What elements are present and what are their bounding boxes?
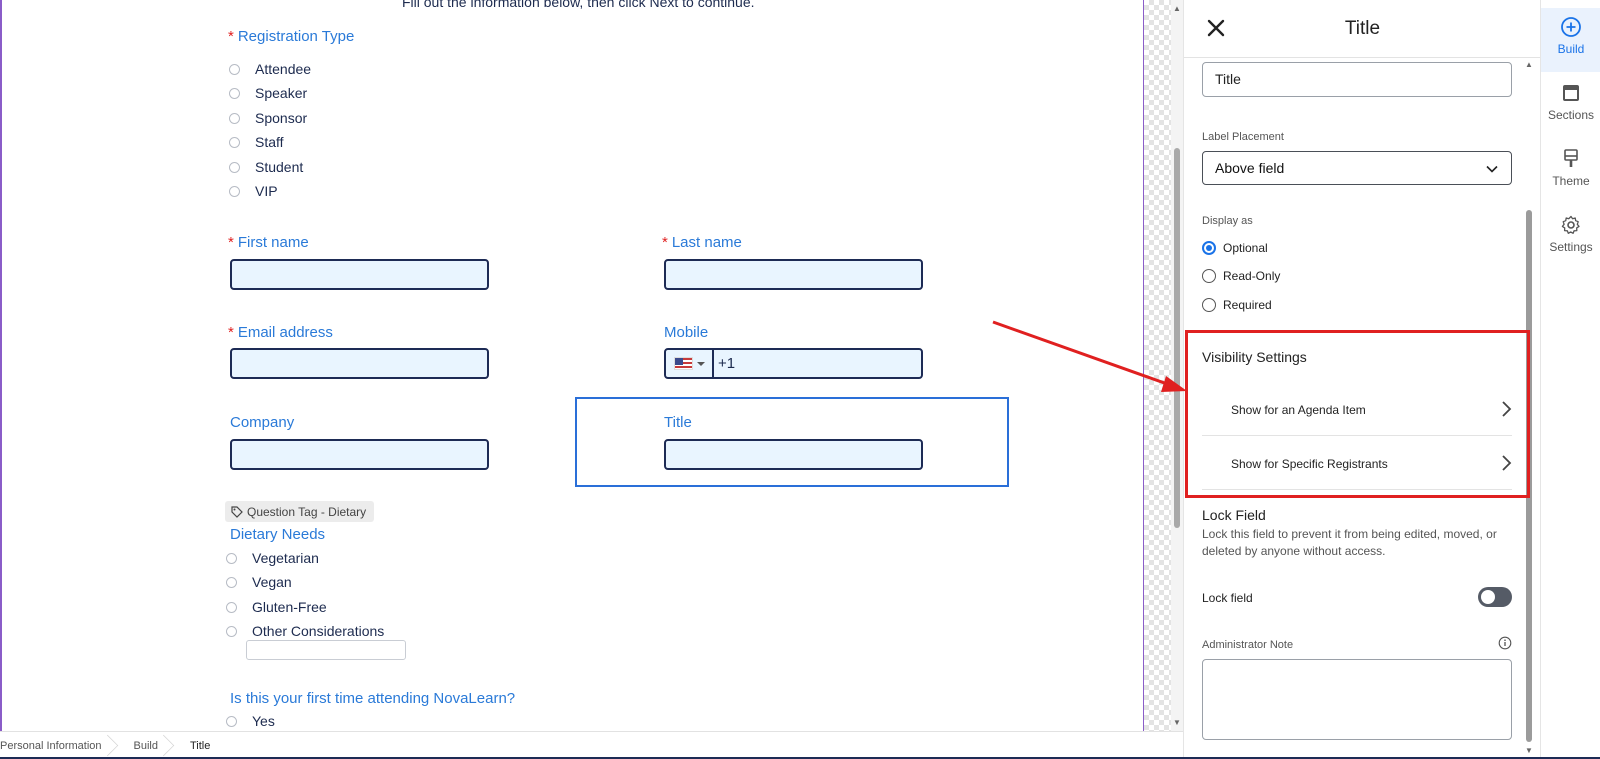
radio-button[interactable] — [229, 161, 240, 173]
sections-icon — [1563, 85, 1579, 101]
lock-field-label: Lock field — [1202, 591, 1253, 605]
scroll-up-icon[interactable]: ▲ — [1525, 60, 1533, 69]
radio-option-attendee[interactable]: Attendee — [229, 61, 311, 77]
company-label: Company — [230, 414, 295, 431]
checkbox-option-vegan[interactable]: Vegan — [226, 574, 292, 590]
radio-button[interactable] — [226, 601, 237, 613]
administrator-note-label: Administrator Note — [1202, 639, 1294, 651]
radio-button[interactable] — [229, 63, 240, 75]
radio-option-staff[interactable]: Staff — [229, 134, 284, 150]
checkbox-option-gluten-free[interactable]: Gluten-Free — [226, 599, 327, 615]
tag-icon — [231, 505, 243, 518]
checkbox-option-other[interactable]: Other Considerations — [226, 623, 384, 639]
other-considerations-input[interactable] — [246, 640, 406, 660]
plus-circle-icon — [1561, 17, 1581, 37]
rail-item-sections[interactable]: Sections — [1541, 74, 1600, 138]
radio-option-sponsor[interactable]: Sponsor — [229, 110, 307, 126]
radio-button[interactable] — [1202, 298, 1216, 312]
display-option-read-only[interactable]: Read-Only — [1202, 269, 1280, 283]
scroll-down-icon[interactable]: ▼ — [1173, 718, 1181, 727]
paint-brush-icon — [1564, 149, 1578, 167]
canvas-scrollbar-thumb[interactable] — [1174, 148, 1180, 528]
first-name-input[interactable] — [230, 259, 489, 290]
scroll-up-icon[interactable]: ▲ — [1173, 4, 1181, 13]
country-code: +1 — [718, 355, 736, 372]
chevron-down-icon — [1486, 165, 1498, 173]
first-time-label: Is this your first time attending NovaLe… — [230, 690, 516, 707]
label-placement-select[interactable]: Above field — [1202, 151, 1512, 185]
canvas-margin — [1143, 0, 1171, 731]
company-input[interactable] — [230, 439, 489, 470]
gear-icon — [1561, 215, 1580, 234]
required-marker: * — [228, 28, 234, 45]
radio-option-student[interactable]: Student — [229, 159, 303, 175]
info-icon[interactable] — [1498, 636, 1512, 650]
registration-type-label: * Registration Type — [228, 28, 355, 45]
radio-button[interactable] — [226, 552, 237, 564]
breadcrumb-item-personal-information[interactable]: Personal Information — [0, 732, 120, 759]
radio-button[interactable] — [229, 87, 240, 99]
required-marker: * — [662, 234, 668, 251]
title-label: Title — [664, 414, 692, 431]
mobile-label: Mobile — [664, 324, 709, 341]
radio-button[interactable] — [226, 576, 237, 588]
rail-item-build[interactable]: Build — [1541, 8, 1600, 72]
lock-field-toggle[interactable] — [1478, 587, 1512, 607]
lock-field-description: Lock this field to prevent it from being… — [1202, 527, 1497, 558]
radio-button[interactable] — [226, 625, 237, 637]
caret-down-icon — [696, 361, 705, 366]
required-marker: * — [228, 234, 234, 251]
panel-header: Title — [1184, 0, 1541, 58]
country-selector[interactable] — [666, 350, 714, 377]
display-option-optional[interactable]: Optional — [1202, 241, 1268, 255]
us-flag-icon — [673, 357, 693, 370]
scroll-down-icon[interactable]: ▼ — [1525, 746, 1533, 755]
rail-item-theme[interactable]: Theme — [1541, 140, 1600, 204]
lock-field-title: Lock Field — [1202, 507, 1266, 523]
radio-button[interactable] — [229, 112, 240, 124]
field-label-input[interactable]: Title — [1202, 62, 1512, 97]
canvas-scrollbar[interactable]: ▲ ▼ — [1171, 0, 1183, 731]
form-intro-text: Fill out the information below, then cli… — [402, 0, 755, 10]
radio-button[interactable] — [229, 136, 240, 148]
builder-rail: Build Sections Theme Settings — [1540, 0, 1600, 759]
email-input[interactable] — [230, 348, 489, 379]
checkbox-option-vegetarian[interactable]: Vegetarian — [226, 550, 319, 566]
last-name-input[interactable] — [664, 259, 923, 290]
form-canvas: Fill out the information below, then cli… — [0, 0, 1143, 731]
label-placement-label: Label Placement — [1202, 131, 1284, 143]
radio-option-speaker[interactable]: Speaker — [229, 85, 307, 101]
display-as-label: Display as — [1202, 215, 1253, 227]
title-input[interactable] — [664, 439, 923, 470]
email-label: * Email address — [228, 324, 333, 341]
radio-button[interactable] — [229, 185, 240, 197]
radio-button[interactable] — [226, 715, 237, 727]
breadcrumb-item-build[interactable]: Build — [120, 732, 176, 759]
radio-option-yes[interactable]: Yes — [226, 713, 275, 729]
radio-option-vip[interactable]: VIP — [229, 183, 278, 199]
radio-button[interactable] — [1202, 269, 1216, 283]
breadcrumb-item-title: Title — [189, 739, 211, 752]
rail-item-settings[interactable]: Settings — [1541, 206, 1600, 270]
breadcrumb: Personal Information Build Title — [0, 731, 1183, 759]
mobile-input[interactable]: +1 — [664, 348, 923, 379]
dietary-needs-label: Dietary Needs — [230, 526, 326, 543]
last-name-label: * Last name — [662, 234, 742, 251]
display-option-required[interactable]: Required — [1202, 298, 1272, 312]
administrator-note-textarea[interactable] — [1202, 659, 1512, 740]
radio-button-selected[interactable] — [1202, 241, 1216, 255]
annotation-highlight-box — [1185, 330, 1530, 498]
first-name-label: * First name — [228, 234, 309, 251]
panel-title: Title — [1344, 18, 1381, 39]
question-tag-badge: Question Tag - Dietary — [225, 501, 375, 522]
required-marker: * — [228, 324, 234, 341]
